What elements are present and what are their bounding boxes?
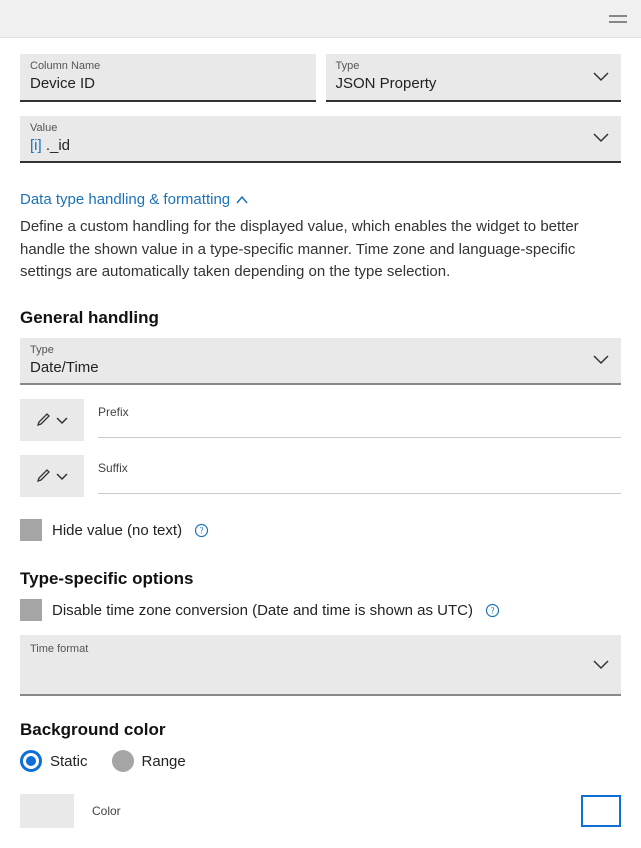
value-field[interactable]: Value [i] ._id <box>20 116 621 164</box>
chevron-down-icon <box>593 660 609 670</box>
radio-range-label: Range <box>142 753 186 770</box>
type-label: Type <box>336 60 612 72</box>
disable-tz-label: Disable time zone conversion (Date and t… <box>52 602 473 619</box>
radio-static-label: Static <box>50 753 88 770</box>
prefix-label: Prefix <box>98 405 129 419</box>
section-type-specific-heading: Type-specific options <box>20 569 621 589</box>
panel-topbar <box>0 0 641 38</box>
value-label: Value <box>30 122 611 134</box>
chevron-down-icon <box>56 412 68 428</box>
svg-text:?: ? <box>491 605 495 615</box>
handling-toggle-label: Data type handling & formatting <box>20 191 230 208</box>
suffix-edit-button[interactable] <box>20 455 84 497</box>
color-label: Color <box>92 804 563 818</box>
chevron-down-icon <box>593 133 609 143</box>
chevron-up-icon <box>236 196 248 204</box>
radio-static[interactable]: Static <box>20 750 88 772</box>
value-expression: [i] ._id <box>30 136 611 156</box>
pencil-icon <box>36 467 52 486</box>
hide-value-checkbox[interactable] <box>20 519 42 541</box>
section-general-heading: General handling <box>20 308 621 328</box>
handling-description: Define a custom handling for the display… <box>20 216 621 284</box>
column-name-field[interactable]: Column Name Device ID <box>20 54 316 102</box>
value-text: ._id <box>46 137 70 154</box>
time-format-label: Time format <box>30 643 611 655</box>
chevron-down-icon <box>593 355 609 365</box>
general-type-label: Type <box>30 344 611 356</box>
prefix-input[interactable]: Prefix <box>98 403 621 438</box>
color-swatch-button[interactable] <box>20 794 74 828</box>
chevron-down-icon <box>593 72 609 82</box>
type-value: JSON Property <box>336 74 612 94</box>
time-format-field[interactable]: Time format <box>20 635 621 696</box>
section-bg-color-heading: Background color <box>20 720 621 740</box>
value-prefix-token: [i] <box>30 137 42 154</box>
radio-range[interactable]: Range <box>112 750 186 772</box>
handling-toggle[interactable]: Data type handling & formatting <box>20 191 621 208</box>
radio-icon-unselected <box>112 750 134 772</box>
suffix-input[interactable]: Suffix <box>98 459 621 494</box>
suffix-label: Suffix <box>98 461 128 475</box>
disable-tz-checkbox[interactable] <box>20 599 42 621</box>
column-name-label: Column Name <box>30 60 306 72</box>
time-format-value <box>30 657 611 676</box>
menu-icon[interactable] <box>609 11 627 27</box>
color-preview[interactable] <box>581 795 621 827</box>
column-name-value: Device ID <box>30 74 306 94</box>
general-type-field[interactable]: Type Date/Time <box>20 338 621 386</box>
chevron-down-icon <box>56 468 68 484</box>
svg-text:?: ? <box>200 525 204 535</box>
type-field[interactable]: Type JSON Property <box>326 54 622 102</box>
general-type-value: Date/Time <box>30 358 611 378</box>
info-icon[interactable]: ? <box>194 523 209 538</box>
info-icon[interactable]: ? <box>485 603 500 618</box>
prefix-edit-button[interactable] <box>20 399 84 441</box>
radio-icon-selected <box>20 750 42 772</box>
hide-value-label: Hide value (no text) <box>52 522 182 539</box>
pencil-icon <box>36 411 52 430</box>
